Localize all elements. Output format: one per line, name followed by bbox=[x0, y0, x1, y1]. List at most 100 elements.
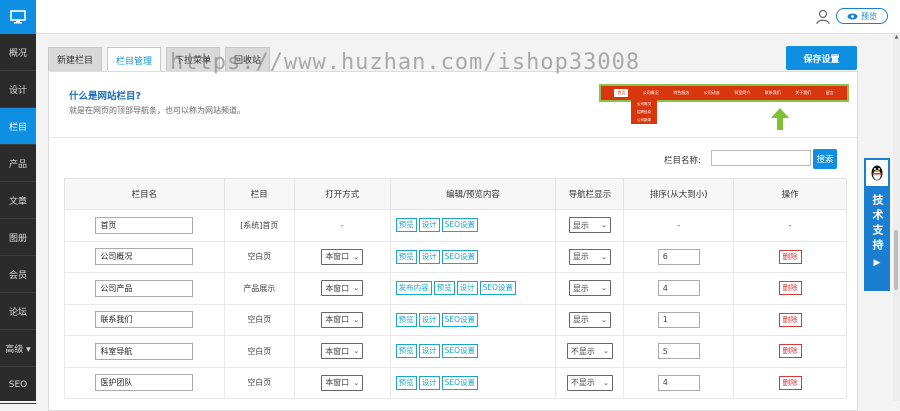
info-description: 就是在网页的顶部导航条，也可以称为网站频道。 bbox=[69, 106, 245, 115]
nav-demo-item: 留言 bbox=[825, 90, 834, 95]
save-settings-button[interactable]: 保存设置 bbox=[786, 46, 857, 70]
scroll-thumb[interactable] bbox=[894, 230, 898, 290]
column-name-input[interactable]: 首页 bbox=[95, 216, 194, 234]
top-bar: 预览 bbox=[36, 0, 900, 34]
content-action-button[interactable]: SEO设置 bbox=[441, 249, 479, 264]
nav-demo-item: 首页 bbox=[614, 89, 629, 97]
tech-support-float[interactable]: 技术支持 ▶ bbox=[864, 158, 890, 291]
nav-display-select[interactable]: 不显示 ⌄ bbox=[566, 374, 613, 391]
column-header: 编辑/预览内容 bbox=[389, 178, 557, 210]
tab-1[interactable]: 栏目管理 bbox=[107, 47, 162, 73]
column-name-input[interactable]: 联系我们 bbox=[95, 311, 194, 329]
nav-display-value: 不显示 bbox=[570, 378, 595, 388]
column-name-input[interactable]: 医护团队 bbox=[95, 374, 194, 392]
delete-button[interactable]: 删除 bbox=[778, 249, 802, 264]
content-action-button[interactable]: SEO设置 bbox=[441, 344, 479, 359]
preview-button[interactable]: 预览 bbox=[836, 8, 888, 24]
content-action-button[interactable]: 预览 bbox=[395, 249, 417, 264]
nav-display-select[interactable]: 显示 ⌄ bbox=[568, 217, 611, 234]
content-action-button[interactable]: 预览 bbox=[395, 312, 417, 327]
tab-0[interactable]: 新建栏目 bbox=[48, 47, 103, 71]
delete-button[interactable]: 删除 bbox=[778, 312, 802, 327]
info-title: 什么是网站栏目? bbox=[69, 91, 142, 102]
content-action-button[interactable]: 设计 bbox=[418, 249, 440, 264]
monitor-icon[interactable] bbox=[0, 0, 36, 34]
chevron-right-icon: ▶ bbox=[873, 258, 881, 268]
content-action-button[interactable]: 设计 bbox=[418, 375, 440, 390]
open-mode-select[interactable]: 本窗口 ⌄ bbox=[321, 311, 364, 328]
sidebar-item-0[interactable]: 概况 bbox=[0, 34, 36, 71]
nav-display-select[interactable]: 显示 ⌄ bbox=[568, 280, 611, 297]
open-mode-select[interactable]: 本窗口 ⌄ bbox=[321, 374, 364, 391]
delete-button[interactable]: 删除 bbox=[778, 344, 802, 359]
sort-input[interactable]: 4 bbox=[657, 374, 700, 391]
nav-display-select[interactable]: 显示 ⌄ bbox=[568, 311, 611, 328]
page-scrollbar[interactable]: ▲ bbox=[893, 34, 900, 401]
nav-demo-item: 关于我们 bbox=[795, 90, 812, 95]
column-type: 空白页 bbox=[247, 315, 272, 325]
sort-input[interactable]: 1 bbox=[657, 311, 700, 328]
column-header: 栏目名 bbox=[64, 178, 225, 210]
chevron-down-icon: ⌄ bbox=[353, 252, 360, 261]
open-mode-select[interactable]: 本窗口 ⌄ bbox=[321, 248, 364, 265]
content-action-button[interactable]: SEO设置 bbox=[479, 281, 517, 296]
sort-input[interactable]: 4 bbox=[657, 280, 700, 297]
column-name-input[interactable]: 科室导航 bbox=[95, 342, 194, 360]
column-type: 空白页 bbox=[247, 346, 272, 356]
dropdown-demo-item: 公司新闻 bbox=[637, 117, 651, 122]
scroll-up-icon[interactable]: ▲ bbox=[893, 34, 900, 42]
content-action-button[interactable]: 设计 bbox=[418, 218, 440, 233]
search-input[interactable] bbox=[711, 150, 811, 166]
open-mode-select[interactable]: 本窗口 ⌄ bbox=[321, 343, 364, 360]
sort-input[interactable]: 5 bbox=[657, 343, 700, 360]
delete-button[interactable]: 删除 bbox=[778, 375, 802, 390]
chevron-down-icon: ⌄ bbox=[600, 221, 607, 230]
nav-demo-item: 公司概况 bbox=[642, 90, 659, 95]
column-header: 导航栏显示 bbox=[555, 178, 625, 210]
sort-input[interactable]: 6 bbox=[657, 248, 700, 265]
nav-demo-item: 公司动态 bbox=[703, 90, 720, 95]
open-mode-value: 本窗口 bbox=[325, 315, 350, 325]
sort-text: - bbox=[677, 220, 681, 230]
chevron-down-icon: ⌄ bbox=[602, 347, 609, 356]
nav-display-select[interactable]: 不显示 ⌄ bbox=[566, 343, 613, 360]
sidebar-item-1[interactable]: 设计 bbox=[0, 71, 36, 108]
column-name-input[interactable]: 公司产品 bbox=[95, 279, 194, 297]
nav-display-value: 显示 bbox=[572, 252, 589, 262]
content-action-button[interactable]: 预览 bbox=[395, 375, 417, 390]
column-header: 操作 bbox=[733, 178, 847, 210]
content-action-button[interactable]: 预览 bbox=[395, 344, 417, 359]
content-action-button[interactable]: 设计 bbox=[456, 281, 478, 296]
sidebar-item-3[interactable]: 产品 bbox=[0, 145, 36, 182]
dropdown-demo-image: 公司概况 招聘信息 公司新闻 bbox=[631, 100, 657, 124]
column-name-input[interactable]: 公司概况 bbox=[95, 248, 194, 266]
sidebar-item-2[interactable]: 栏目 bbox=[0, 108, 36, 145]
user-icon[interactable] bbox=[816, 9, 830, 25]
sidebar-item-7[interactable]: 论坛 bbox=[0, 293, 36, 330]
content-action-button[interactable]: 设计 bbox=[418, 344, 440, 359]
open-mode-text: - bbox=[340, 220, 344, 230]
content-action-button[interactable]: 设计 bbox=[418, 312, 440, 327]
open-mode-select[interactable]: 本窗口 ⌄ bbox=[321, 280, 364, 297]
table-row: 科室导航 空白页 本窗口 ⌄ 预览 设计 SEO设置 不显示 ⌄ 5 删除 bbox=[64, 335, 847, 368]
sidebar-item-9[interactable]: SEO bbox=[0, 367, 36, 404]
search-button[interactable]: 搜索 bbox=[813, 149, 837, 169]
content-action-button[interactable]: SEO设置 bbox=[441, 312, 479, 327]
dropdown-demo-item: 公司概况 bbox=[637, 101, 651, 106]
sidebar-item-6[interactable]: 会员 bbox=[0, 256, 36, 293]
sidebar-item-8[interactable]: 高级 ▾ bbox=[0, 330, 36, 367]
nav-display-select[interactable]: 显示 ⌄ bbox=[568, 248, 611, 265]
table-row: 公司产品 产品展示 本窗口 ⌄ 发布内容 预览 设计 SEO设置 显示 ⌄ 4 删除 bbox=[64, 272, 847, 305]
content-action-button[interactable]: SEO设置 bbox=[441, 218, 479, 233]
sidebar-item-4[interactable]: 文章 bbox=[0, 182, 36, 219]
nav-display-value: 显示 bbox=[572, 283, 589, 293]
open-mode-value: 本窗口 bbox=[325, 283, 350, 293]
content-action-button[interactable]: SEO设置 bbox=[441, 375, 479, 390]
content-action-button[interactable]: 预览 bbox=[395, 218, 417, 233]
content-action-button[interactable]: 发布内容 bbox=[395, 281, 432, 296]
operation-text: - bbox=[788, 220, 792, 230]
delete-button[interactable]: 删除 bbox=[778, 281, 802, 296]
chevron-down-icon: ⌄ bbox=[600, 284, 607, 293]
sidebar-item-5[interactable]: 图册 bbox=[0, 219, 36, 256]
content-action-button[interactable]: 预览 bbox=[433, 281, 455, 296]
